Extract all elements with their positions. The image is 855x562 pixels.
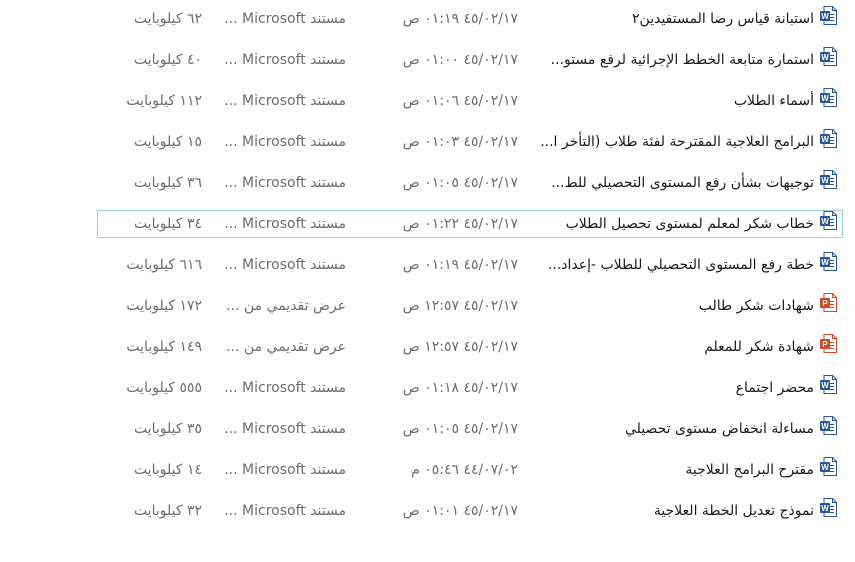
file-date-modified: ٤٥/٠٢/١٧ ٠١:٠٥ ص (402, 421, 518, 437)
file-size: ١١٢ كيلوبايت (126, 93, 202, 109)
file-name: شهادة شكر للمعلم (704, 339, 814, 355)
file-size: ٦١٦ كيلوبايت (126, 257, 202, 273)
word-icon: W (820, 211, 837, 237)
file-date-modified: ٤٥/٠٢/١٧ ٠١:٠٦ ص (402, 93, 518, 109)
file-size: ١٧٢ كيلوبايت (126, 298, 202, 314)
word-icon: W (820, 47, 837, 73)
file-row[interactable]: P شهادة شكر للمعلم ٤٥/٠٢/١٧ ١٢:٥٧ ص عرض تقد… (97, 333, 843, 361)
word-icon: W (820, 170, 837, 196)
file-date-modified: ٤٥/٠٢/١٧ ٠١:٢٢ ص (402, 216, 518, 232)
svg-text:W: W (821, 12, 829, 21)
file-name: أسماء الطلاب (733, 93, 814, 109)
file-type: عرض تقديمي من ... (226, 339, 346, 355)
file-date-modified: ٤٥/٠٢/١٧ ٠١:١٩ ص (402, 11, 518, 27)
svg-text:P: P (822, 299, 828, 308)
file-row[interactable]: W مقترح البرامج العلاجية ٤٤/٠٧/٠٢ ٠٥:٤٦ م م… (97, 456, 843, 484)
file-date-modified: ٤٥/٠٢/١٧ ٠١:١٨ ص (402, 380, 518, 396)
svg-text:W: W (821, 53, 829, 62)
svg-text:W: W (821, 176, 829, 185)
powerpoint-icon: P (820, 293, 837, 319)
file-row[interactable]: W أسماء الطلاب ٤٥/٠٢/١٧ ٠١:٠٦ ص مستند Micro… (97, 87, 843, 115)
word-icon: W (820, 88, 837, 114)
file-row[interactable]: W توجيهات بشأن رفع المستوى التحصيلي للط..… (97, 169, 843, 197)
svg-text:W: W (821, 258, 829, 267)
file-size: ١٤ كيلوبايت (133, 462, 202, 478)
word-icon: W (820, 498, 837, 524)
file-row[interactable]: W نموذج تعديل الخطة العلاجية ٤٥/٠٢/١٧ ٠١:٠… (97, 497, 843, 525)
file-row[interactable]: W محضر اجتماع ٤٥/٠٢/١٧ ٠١:١٨ ص مستند Micros… (97, 374, 843, 402)
file-date-modified: ٤٥/٠٢/١٧ ٠١:٠٥ ص (402, 175, 518, 191)
file-name: استبانة قياس رضا المستفيدين٢ (632, 11, 814, 27)
word-icon: W (820, 129, 837, 155)
word-icon: W (820, 457, 837, 483)
file-size: ٦٢ كيلوبايت (133, 11, 202, 27)
svg-text:W: W (821, 422, 829, 431)
file-date-modified: ٤٥/٠٢/١٧ ٠١:٠٠ ص (402, 52, 518, 68)
file-name: استمارة متابعة الخطط الإجرائية لرفع مستو… (550, 52, 814, 68)
file-size: ٣٦ كيلوبايت (133, 175, 202, 191)
file-name: مقترح البرامج العلاجية (685, 462, 814, 478)
file-list: W استبانة قياس رضا المستفيدين٢ ٤٥/٠٢/١٧ ٠١… (0, 0, 855, 562)
file-type: مستند Microsoft ... (224, 503, 346, 519)
file-row[interactable]: W خطة رفع المستوى التحصيلي للطلاب -إعداد.… (97, 251, 843, 279)
file-size: ١٥ كيلوبايت (133, 134, 202, 150)
svg-text:W: W (821, 217, 829, 226)
file-name: خطة رفع المستوى التحصيلي للطلاب -إعداد..… (547, 257, 814, 273)
file-date-modified: ٤٥/٠٢/١٧ ٠١:٠١ ص (402, 503, 518, 519)
word-icon: W (820, 375, 837, 401)
file-date-modified: ٤٥/٠٢/١٧ ٠١:١٩ ص (402, 257, 518, 273)
file-type: مستند Microsoft ... (224, 134, 346, 150)
file-name: نموذج تعديل الخطة العلاجية (653, 503, 814, 519)
file-date-modified: ٤٥/٠٢/١٧ ١٢:٥٧ ص (402, 339, 518, 355)
file-type: مستند Microsoft ... (224, 175, 346, 191)
word-icon: W (820, 6, 837, 32)
file-size: ٥٥٥ كيلوبايت (126, 380, 202, 396)
file-size: ٤٠ كيلوبايت (133, 52, 202, 68)
file-size: ٣٤ كيلوبايت (133, 216, 202, 232)
file-size: ٣٢ كيلوبايت (133, 503, 202, 519)
file-name: شهادات شكر طالب (698, 298, 814, 314)
file-date-modified: ٤٥/٠٢/١٧ ٠١:٠٣ ص (402, 134, 518, 150)
file-row[interactable]: W استبانة قياس رضا المستفيدين٢ ٤٥/٠٢/١٧ ٠١… (97, 5, 843, 33)
svg-text:P: P (822, 340, 828, 349)
file-type: مستند Microsoft ... (224, 52, 346, 68)
file-size: ٣٥ كيلوبايت (133, 421, 202, 437)
file-row[interactable]: W البرامج العلاجية المقترحة لفئة طلاب (ال… (97, 128, 843, 156)
file-row[interactable]: W استمارة متابعة الخطط الإجرائية لرفع مست… (97, 46, 843, 74)
file-type: مستند Microsoft ... (224, 257, 346, 273)
file-date-modified: ٤٥/٠٢/١٧ ١٢:٥٧ ص (402, 298, 518, 314)
svg-text:W: W (821, 463, 829, 472)
powerpoint-icon: P (820, 334, 837, 360)
word-icon: W (820, 416, 837, 442)
file-type: مستند Microsoft ... (224, 380, 346, 396)
svg-text:W: W (821, 94, 829, 103)
file-size: ١٤٩ كيلوبايت (126, 339, 202, 355)
file-type: مستند Microsoft ... (224, 216, 346, 232)
word-icon: W (820, 252, 837, 278)
file-type: مستند Microsoft ... (224, 93, 346, 109)
svg-text:W: W (821, 381, 829, 390)
file-name: محضر اجتماع (735, 380, 814, 396)
file-name: البرامج العلاجية المقترحة لفئة طلاب (الت… (540, 134, 814, 150)
file-row[interactable]: W مساءلة انخفاض مستوى تحصيلي ٤٥/٠٢/١٧ ٠١:٠… (97, 415, 843, 443)
file-name: مساءلة انخفاض مستوى تحصيلي (624, 421, 814, 437)
file-type: مستند Microsoft ... (224, 462, 346, 478)
file-type: مستند Microsoft ... (224, 421, 346, 437)
file-type: مستند Microsoft ... (224, 11, 346, 27)
file-row[interactable]: P شهادات شكر طالب ٤٥/٠٢/١٧ ١٢:٥٧ ص عرض تقدي… (97, 292, 843, 320)
file-row[interactable]: W خطاب شكر لمعلم لمستوى تحصيل الطلاب ٤٥/٠٢… (97, 210, 843, 238)
svg-text:W: W (821, 135, 829, 144)
file-name: خطاب شكر لمعلم لمستوى تحصيل الطلاب (565, 216, 814, 232)
svg-text:W: W (821, 504, 829, 513)
file-date-modified: ٤٤/٠٧/٠٢ ٠٥:٤٦ م (411, 462, 518, 478)
file-type: عرض تقديمي من ... (226, 298, 346, 314)
file-name: توجيهات بشأن رفع المستوى التحصيلي للط... (551, 175, 814, 191)
